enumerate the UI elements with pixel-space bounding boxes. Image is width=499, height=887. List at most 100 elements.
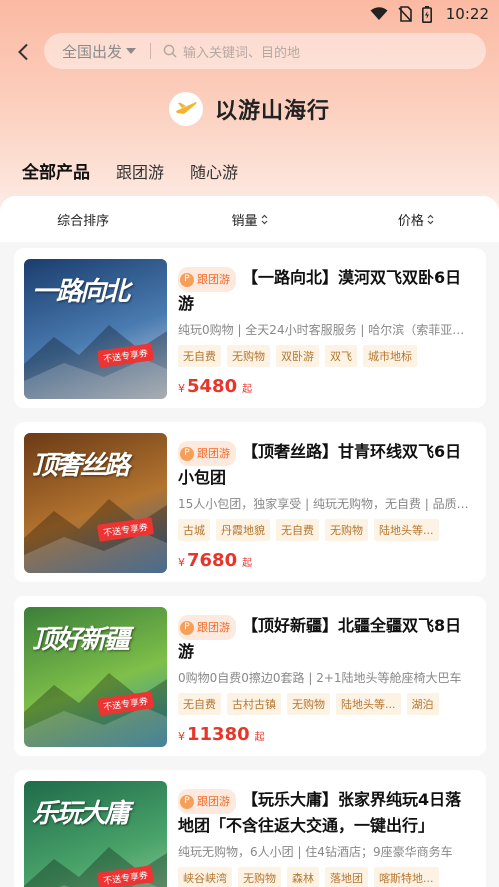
product-price: ¥ 7680 起 [178, 550, 476, 571]
feature-label: 落地团 [325, 867, 368, 887]
product-thumbnail: 乐玩大庸 不送专享券 [24, 781, 167, 887]
thumbnail-title: 乐玩大庸 [32, 799, 130, 829]
product-info: P 跟团游 【一路向北】漠河双飞双卧6日游 纯玩0购物 | 全天24小时客服服务… [178, 266, 476, 397]
product-info: P 跟团游 【玩乐大庸】张家界纯玩4日落地团「不含往返大交通，一键出行」 纯玩无… [178, 788, 476, 887]
feature-label: 无自费 [276, 519, 319, 541]
feature-label: 陆地头等... [336, 693, 401, 715]
feature-label: 无购物 [325, 519, 368, 541]
product-price: ¥ 5480 起 [178, 376, 476, 397]
status-bar: 10:22 [0, 0, 499, 28]
tour-type-chip: P 跟团游 [178, 267, 236, 292]
sort-comprehensive[interactable]: 综合排序 [0, 210, 166, 229]
feature-labels: 无自费 无购物 双卧游 双飞 城市地标 [178, 345, 474, 367]
feature-label: 陆地头等... [374, 519, 439, 541]
feature-label: 森林 [287, 867, 319, 887]
product-card[interactable]: 顶奢丝路 不送专享券 P 跟团游 【顶奢丝路】甘青环线双飞6日小包团 15人小包… [14, 422, 486, 582]
search-icon [163, 44, 177, 58]
tour-type-label: 跟团游 [197, 621, 230, 634]
feature-label: 无购物 [287, 693, 330, 715]
tour-type-label: 跟团游 [197, 795, 230, 808]
sort-sales-label: 销量 [231, 213, 258, 229]
back-button[interactable] [8, 37, 38, 67]
product-description: 15人小包团，独家享受 | 纯玩无购物，无自费 | 品质住宿 [178, 497, 474, 511]
product-card[interactable]: 乐玩大庸 不送专享券 P 跟团游 【玩乐大庸】张家界纯玩4日落地团「不含往返大交… [14, 770, 486, 887]
chevron-left-icon [18, 43, 28, 61]
product-info: P 跟团游 【顶好新疆】北疆全疆双飞8日游 0购物0自费0擦边0套路 | 2+1… [178, 614, 476, 745]
price-value: 7680 [187, 550, 238, 571]
tab-group-tour[interactable]: 跟团游 [116, 159, 164, 187]
tour-type-label: 跟团游 [197, 447, 230, 460]
feature-label: 古村古镇 [227, 693, 281, 715]
feature-label: 城市地标 [363, 345, 417, 367]
price-suffix: 起 [242, 384, 253, 395]
currency-symbol: ¥ [178, 382, 185, 395]
sort-arrows-icon [427, 214, 434, 224]
product-info: P 跟团游 【顶奢丝路】甘青环线双飞6日小包团 15人小包团，独家享受 | 纯玩… [178, 440, 476, 571]
brand-logo [168, 92, 203, 126]
product-thumbnail: 顶好新疆 不送专享券 [24, 607, 167, 747]
feature-labels: 峡谷峡湾 无购物 森林 落地团 喀斯特地... [178, 867, 474, 887]
feature-label: 峡谷峡湾 [178, 867, 232, 887]
p-badge-icon: P [180, 620, 194, 635]
feature-labels: 古城 丹霞地貌 无自费 无购物 陆地头等... [178, 519, 474, 541]
sort-price-label: 价格 [397, 213, 424, 229]
origin-selector[interactable]: 全国出发 [44, 41, 137, 62]
price-value: 11380 [187, 724, 250, 745]
feature-label: 古城 [178, 519, 210, 541]
product-title: P 跟团游 【一路向北】漠河双飞双卧6日游 [178, 266, 476, 315]
feature-label: 无自费 [178, 345, 221, 367]
search-bar: 全国出发 输入关键词、目的地 [44, 33, 486, 69]
sort-price[interactable]: 价格 [333, 210, 499, 229]
caret-down-icon [126, 48, 137, 54]
no-sim-icon [398, 6, 412, 22]
thumbnail-title: 顶好新疆 [32, 625, 130, 655]
feature-label: 丹霞地貌 [216, 519, 270, 541]
product-thumbnail: 一路向北 不送专享券 [24, 259, 167, 399]
tour-type-chip: P 跟团游 [178, 615, 236, 640]
feature-label: 无购物 [238, 867, 281, 887]
p-badge-icon: P [180, 446, 194, 461]
origin-label: 全国出发 [62, 42, 123, 61]
top-bar: 全国出发 输入关键词、目的地 [0, 33, 499, 71]
battery-icon [421, 5, 432, 23]
feature-labels: 无自费 古村古镇 无购物 陆地头等... 湖泊 [178, 693, 474, 715]
price-suffix: 起 [254, 732, 265, 743]
tour-type-label: 跟团游 [197, 273, 230, 286]
brand-title: 以游山海行 [214, 99, 330, 124]
currency-symbol: ¥ [178, 556, 185, 569]
feature-label: 双飞 [325, 345, 357, 367]
feature-label: 双卧游 [276, 345, 319, 367]
p-badge-icon: P [180, 794, 194, 809]
product-description: 0购物0自费0擦边0套路 | 2+1陆地头等舱座椅大巴车 [178, 671, 462, 685]
feature-label: 湖泊 [406, 693, 439, 715]
wifi-icon [370, 7, 388, 20]
thumbnail-title: 一路向北 [32, 277, 130, 307]
product-title: P 跟团游 【顶奢丝路】甘青环线双飞6日小包团 [178, 440, 476, 489]
product-description: 纯玩0购物 | 全天24小时客服服务 | 哈尔滨（索菲亚教堂） [178, 323, 474, 337]
product-thumbnail: 顶奢丝路 不送专享券 [24, 433, 167, 573]
thumbnail-title: 顶奢丝路 [32, 451, 130, 481]
sort-sales[interactable]: 销量 [166, 210, 332, 229]
airplane-icon [175, 102, 197, 114]
search-input[interactable]: 输入关键词、目的地 [183, 42, 300, 61]
tab-all-products[interactable]: 全部产品 [22, 158, 90, 187]
category-tabs: 全部产品 跟团游 随心游 [22, 158, 238, 187]
brand-header: 以游山海行 [0, 92, 499, 126]
status-time: 10:22 [445, 5, 489, 23]
sort-arrows-icon [261, 214, 267, 224]
tab-free-tour[interactable]: 随心游 [190, 159, 238, 187]
feature-label: 无自费 [178, 693, 221, 715]
sort-bar: 综合排序 销量 价格 [0, 196, 499, 242]
sort-comprehensive-label: 综合排序 [57, 213, 110, 229]
p-badge-icon: P [180, 272, 194, 287]
product-title: P 跟团游 【顶好新疆】北疆全疆双飞8日游 [178, 614, 476, 663]
search-divider [150, 43, 152, 59]
feature-label: 喀斯特地... [374, 867, 439, 887]
product-card[interactable]: 顶好新疆 不送专享券 P 跟团游 【顶好新疆】北疆全疆双飞8日游 0购物0自费0… [14, 596, 486, 756]
tour-type-chip: P 跟团游 [178, 441, 236, 466]
price-value: 5480 [187, 376, 238, 397]
feature-label: 无购物 [227, 345, 270, 367]
product-description: 纯玩无购物，6人小团 | 住4钻酒店；9座豪华商务车 [178, 845, 453, 859]
product-price: ¥ 11380 起 [178, 724, 476, 745]
product-card[interactable]: 一路向北 不送专享券 P 跟团游 【一路向北】漠河双飞双卧6日游 纯玩0购物 |… [14, 248, 486, 408]
